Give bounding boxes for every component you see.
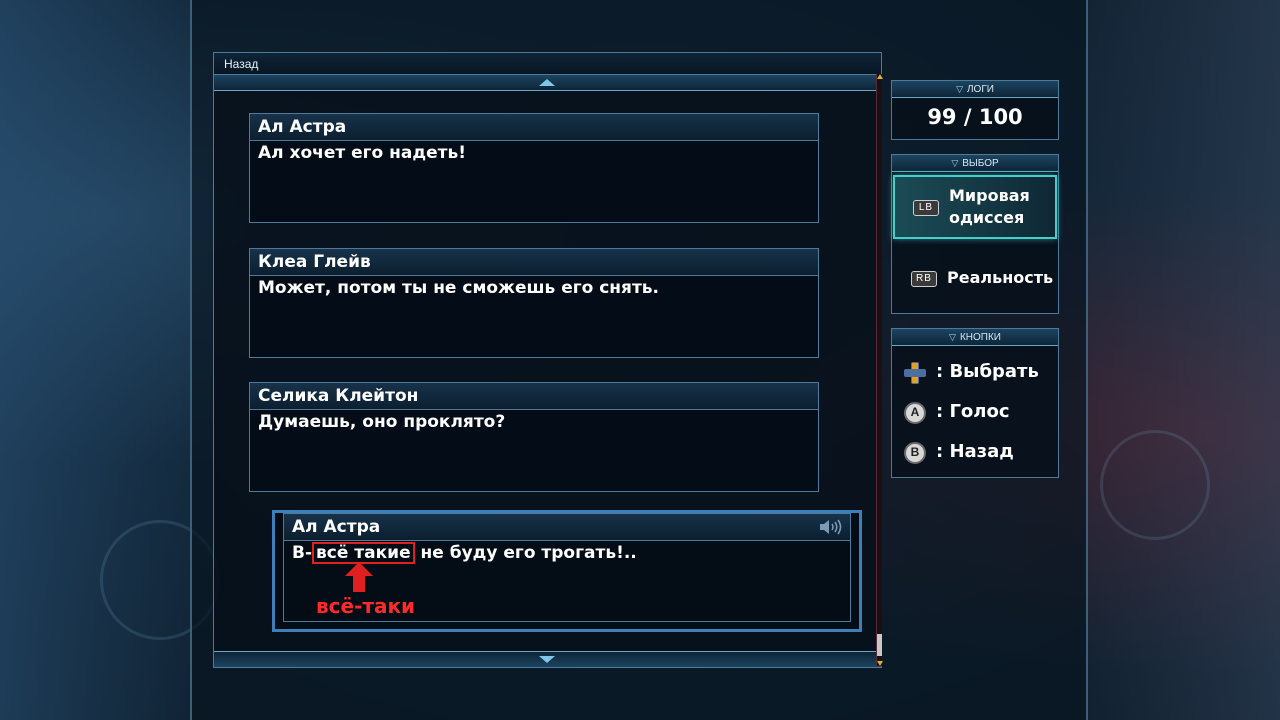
scroll-down-arrow-icon[interactable] (539, 656, 555, 663)
choice-label-line1: Мировая (949, 186, 1030, 205)
log-entry[interactable]: Клеа Глейв Может, потом ты не сможешь ег… (249, 248, 819, 358)
lb-button-icon: LB (913, 200, 939, 216)
log-entry-speaker: Ал Астра (284, 514, 850, 541)
log-entry-speaker: Ал Астра (250, 114, 818, 141)
scrollbar-thumb[interactable] (877, 634, 882, 656)
rb-button-icon: RB (911, 271, 937, 287)
hint-label: : Выбрать (936, 361, 1039, 382)
background-left-art (0, 0, 190, 720)
scroll-down-strip[interactable] (214, 651, 881, 667)
choice-label: Мировая одиссея (949, 185, 1030, 229)
choice-label-line2: одиссея (949, 208, 1025, 227)
buttons-panel: ▽ КНОПКИ : Выбрать A : Голос B : Назад (891, 328, 1059, 478)
typo-highlight: всё такие (312, 542, 415, 564)
log-entry-text: Может, потом ты не сможешь его снять. (258, 278, 660, 298)
background-ring-left (100, 520, 220, 640)
log-entry-selected[interactable]: Ал Астра В-всё такие не буду его трогать… (272, 510, 862, 632)
background-ring-right (1100, 430, 1210, 540)
triangle-down-icon: ▽ (949, 332, 956, 342)
log-panel-header: Назад (214, 53, 881, 75)
log-entry-speaker: Клеа Глейв (250, 249, 818, 276)
log-entry[interactable]: Ал Астра Ал хочет его надеть! (249, 113, 819, 223)
scrollbar-bottom-cap-icon (877, 661, 883, 666)
choice-world-odyssey[interactable]: LB Мировая одиссея (893, 175, 1057, 239)
scroll-up-strip[interactable] (214, 75, 881, 91)
log-entry-text: Думаешь, оно проклято? (258, 412, 506, 432)
log-entry[interactable]: Селика Клейтон Думаешь, оно проклято? (249, 382, 819, 492)
log-entry-selected-inner: Ал Астра В-всё такие не буду его трогать… (283, 513, 851, 622)
log-entry-text: Ал хочет его надеть! (258, 143, 466, 163)
triangle-down-icon: ▽ (956, 84, 963, 94)
choice-panel: ▽ ВЫБОР LB Мировая одиссея RB Реальность (891, 154, 1059, 314)
buttons-panel-title: ▽ КНОПКИ (892, 329, 1058, 346)
text-prefix: В- (292, 543, 313, 563)
log-scrollbar[interactable] (876, 74, 883, 666)
a-button-icon: A (904, 402, 926, 424)
log-entry-speaker-name: Ал Астра (292, 517, 381, 537)
logs-count: 99 / 100 (927, 105, 1023, 129)
b-button-icon: B (904, 442, 926, 464)
buttons-title-text: КНОПКИ (959, 332, 1001, 343)
hint-label: : Голос (936, 401, 1010, 422)
text-suffix: не буду его трогать!.. (414, 543, 637, 563)
dpad-icon (904, 362, 926, 384)
log-entry-speaker: Селика Клейтон (250, 383, 818, 410)
choice-panel-title: ▽ ВЫБОР (892, 155, 1058, 172)
scrollbar-top-cap-icon (877, 74, 883, 79)
logs-panel: ▽ ЛОГИ 99 / 100 (891, 80, 1059, 140)
hint-label: : Назад (936, 441, 1014, 462)
up-arrow-icon (345, 562, 373, 592)
choice-reality[interactable]: RB Реальность (893, 245, 1057, 309)
background-right-art (1088, 0, 1280, 720)
logs-title-text: ЛОГИ (966, 84, 994, 95)
voice-speaker-icon[interactable] (818, 519, 844, 535)
triangle-down-icon: ▽ (951, 158, 959, 168)
logs-panel-title: ▽ ЛОГИ (892, 81, 1058, 98)
back-label[interactable]: Назад (224, 57, 258, 71)
scroll-up-arrow-icon[interactable] (539, 79, 555, 86)
choice-title-text: ВЫБОР (962, 158, 999, 169)
choice-label: Реальность (947, 268, 1054, 287)
correction-annotation: всё-таки (316, 594, 416, 618)
